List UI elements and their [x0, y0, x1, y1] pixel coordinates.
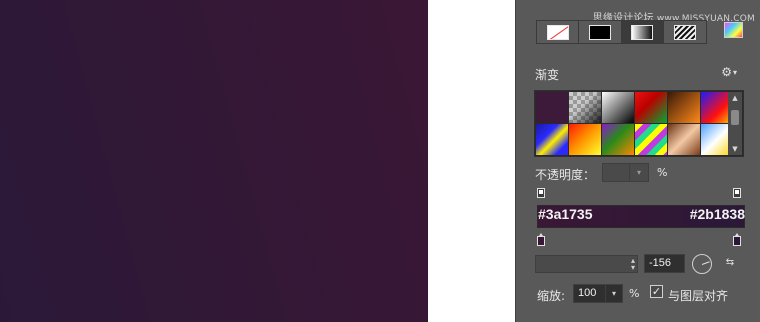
- angle-input[interactable]: -156: [644, 254, 685, 273]
- scroll-up-icon[interactable]: ▲: [728, 93, 742, 103]
- reverse-gradient-icon[interactable]: ⇆: [722, 256, 738, 270]
- gradient-preset-7[interactable]: [536, 124, 568, 155]
- gradient-preset-10[interactable]: [635, 124, 667, 155]
- fill-gradient-button[interactable]: [621, 21, 664, 43]
- color-stop-right[interactable]: [733, 233, 741, 246]
- gradient-swatch-icon: [631, 24, 654, 40]
- hatch-pattern-icon: [673, 24, 696, 40]
- align-with-layer-checkbox[interactable]: ✓: [650, 285, 663, 298]
- chevron-down-icon[interactable]: ▾: [629, 164, 648, 181]
- photoshop-window: 思缘设计论坛 www.MISSYUAN.COM 渐变 ⚙▾ ▲ ▼ 不透明度： …: [0, 0, 760, 322]
- fill-solid-button[interactable]: [579, 21, 622, 43]
- scale-value: 100: [578, 287, 597, 299]
- align-with-layer-label: 与图层对齐: [668, 289, 729, 303]
- chevron-down-icon[interactable]: ▾: [605, 285, 622, 302]
- preset-scrollbar[interactable]: ▲ ▼: [728, 92, 742, 155]
- scale-label: 缩放:: [537, 289, 566, 303]
- angle-dial-icon[interactable]: [692, 254, 712, 274]
- scroll-down-icon[interactable]: ▼: [728, 144, 742, 154]
- gradient-preset-3[interactable]: [602, 92, 634, 123]
- preset-grid: [536, 92, 733, 155]
- gradient-presets: ▲ ▼: [534, 90, 744, 157]
- gradient-preset-8[interactable]: [569, 124, 601, 155]
- slash-icon: [546, 24, 569, 40]
- gear-icon[interactable]: ⚙▾: [721, 65, 737, 79]
- color-picker-icon[interactable]: [724, 22, 743, 38]
- color-stop-label-right: #2b1838: [689, 206, 745, 222]
- stepper-down-icon: ▾: [630, 263, 635, 272]
- gradient-preview-canvas: [0, 0, 428, 322]
- section-label-gradient: 渐变: [535, 68, 560, 82]
- stepper-arrows-icon: ▴ ▾: [630, 257, 635, 272]
- color-stop-label-left: #3a1735: [538, 206, 593, 222]
- gradient-preset-9[interactable]: [602, 124, 634, 155]
- gradient-fill-panel: 思缘设计论坛 www.MISSYUAN.COM 渐变 ⚙▾ ▲ ▼ 不透明度： …: [515, 0, 760, 322]
- fill-type-buttons: [536, 20, 707, 44]
- opacity-label: 不透明度：: [535, 168, 596, 182]
- gradient-style-select[interactable]: ▴ ▾: [535, 255, 638, 273]
- gradient-preset-2[interactable]: [569, 92, 601, 123]
- opacity-input[interactable]: ▾: [602, 163, 649, 182]
- scroll-thumb[interactable]: [731, 110, 739, 125]
- scale-percent-sign: %: [629, 287, 640, 300]
- gradient-preset-4[interactable]: [635, 92, 667, 123]
- fill-pattern-button[interactable]: [663, 21, 706, 43]
- gradient-preset-5[interactable]: [668, 92, 700, 123]
- fill-none-button[interactable]: [537, 21, 580, 43]
- gear-glyph: ⚙: [721, 65, 732, 79]
- gradient-preset-11[interactable]: [668, 124, 700, 155]
- scale-input[interactable]: 100 ▾: [573, 284, 623, 303]
- opacity-stop-right[interactable]: [733, 188, 741, 198]
- opacity-stop-left[interactable]: [537, 188, 545, 198]
- color-stop-left[interactable]: [537, 233, 545, 246]
- panel-body: 思缘设计论坛 www.MISSYUAN.COM 渐变 ⚙▾ ▲ ▼ 不透明度： …: [517, 1, 759, 322]
- chevron-down-icon: ▾: [732, 68, 737, 77]
- gradient-preset-1[interactable]: [536, 92, 568, 123]
- black-swatch-icon: [588, 24, 611, 40]
- opacity-percent-sign: %: [657, 166, 668, 179]
